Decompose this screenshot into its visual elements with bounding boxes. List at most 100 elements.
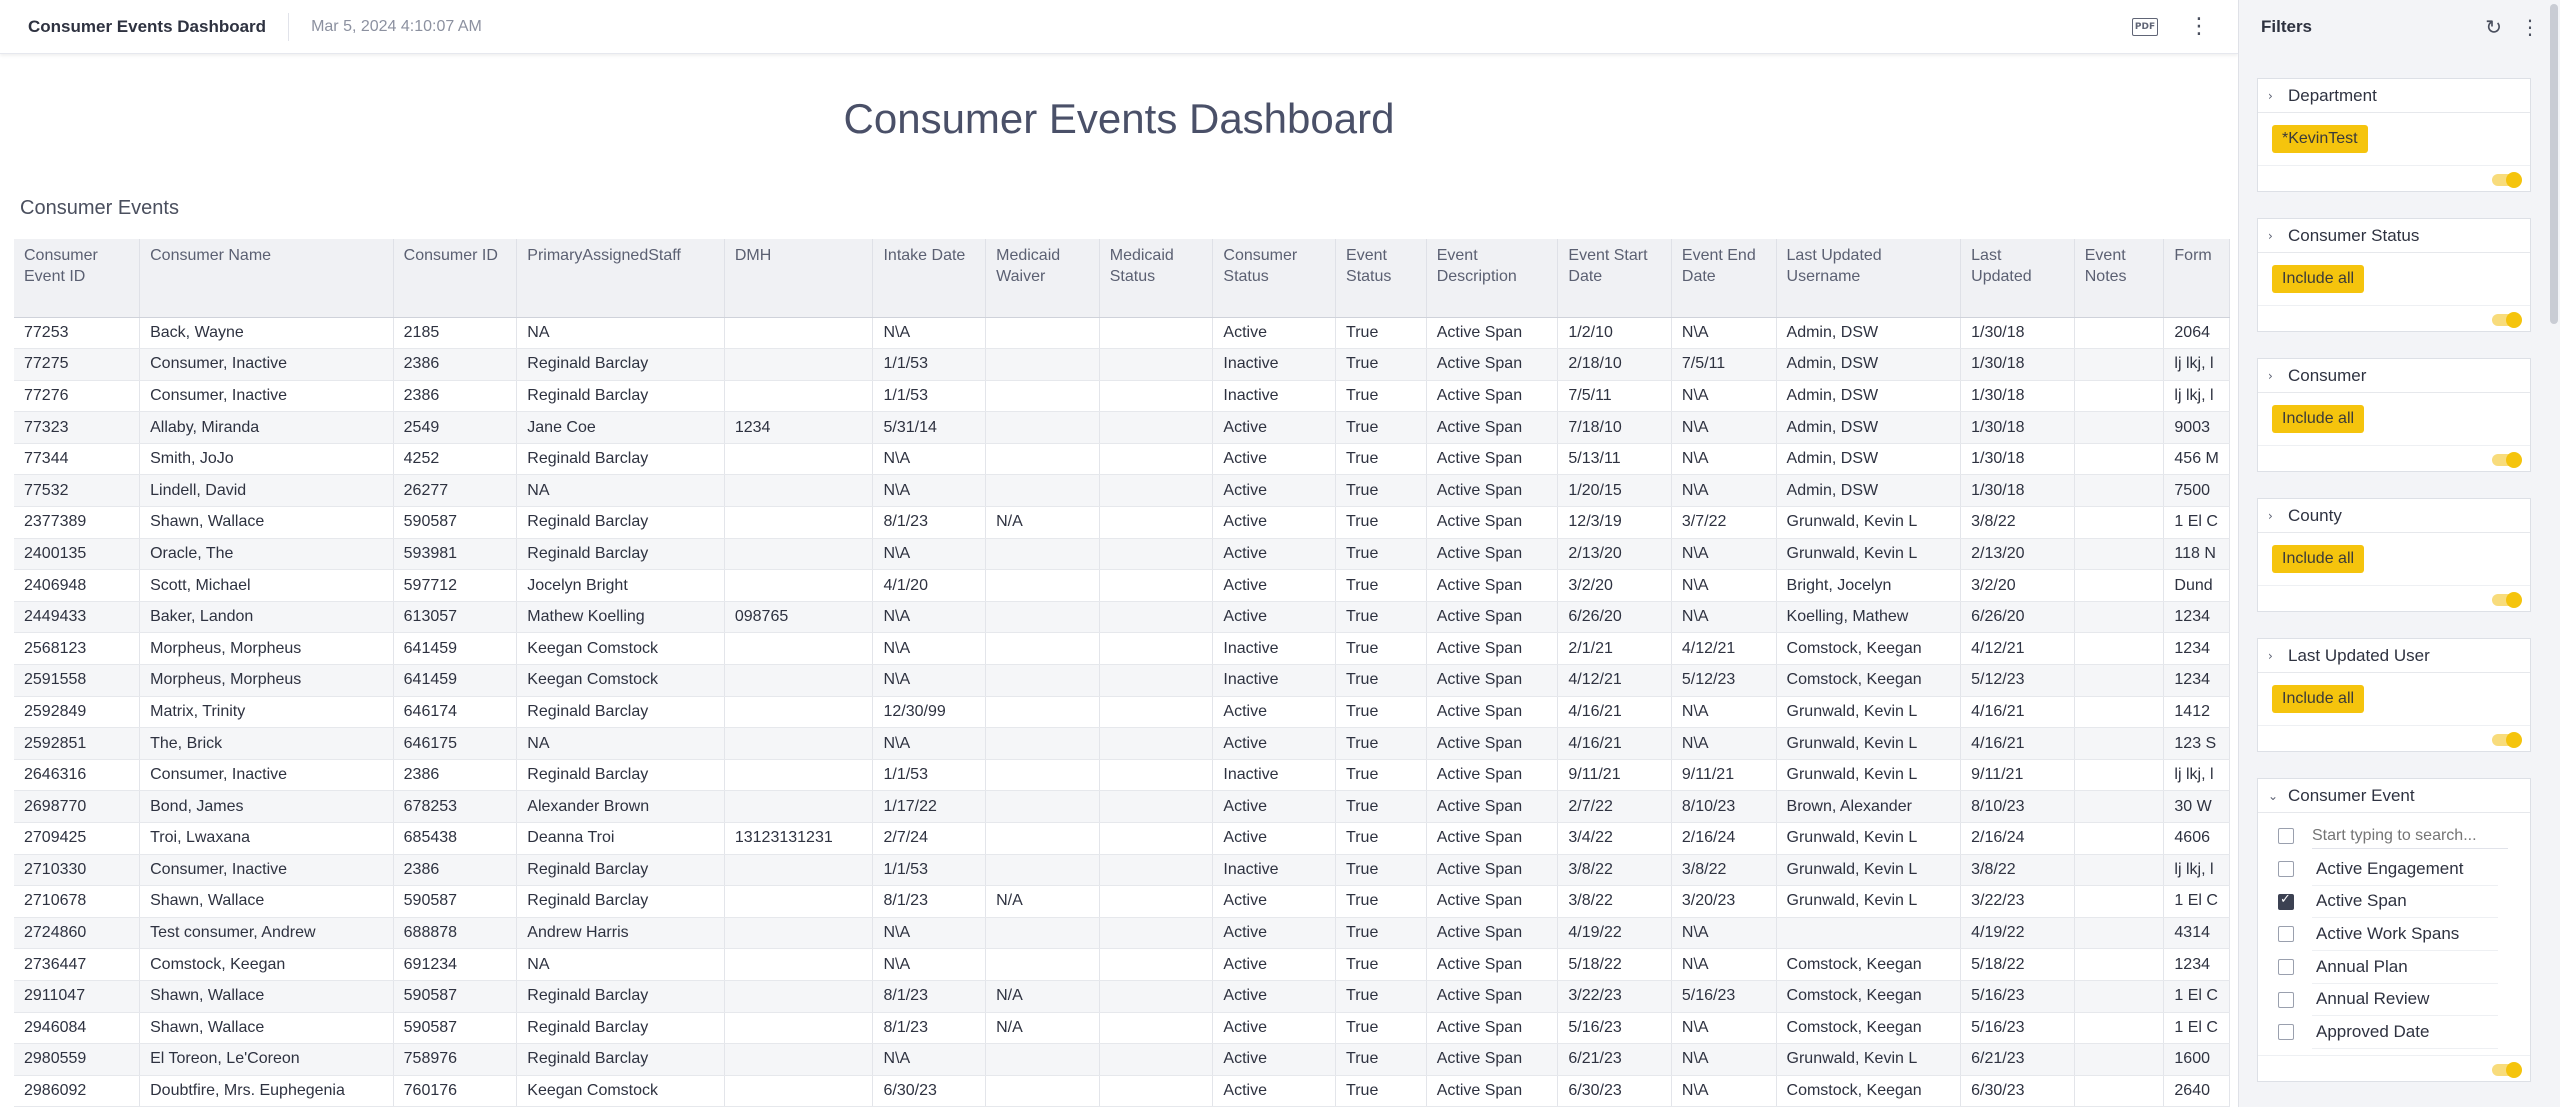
column-header[interactable]: Event Status — [1335, 239, 1427, 318]
table-cell — [2074, 822, 2165, 855]
option-checkbox[interactable] — [2278, 926, 2294, 943]
column-header[interactable]: Event Notes — [2074, 239, 2165, 318]
table-row[interactable]: 2406948 Scott, Michael 597712 Jocelyn Brigh… — [14, 569, 2230, 602]
filter-chip[interactable]: *KevinTest — [2272, 125, 2368, 153]
table-cell: N\A — [1671, 474, 1777, 508]
filter-chip[interactable]: Include all — [2272, 405, 2365, 433]
table-cell: 590587 — [393, 885, 518, 918]
dashboard-title: Consumer Events Dashboard — [843, 95, 1395, 142]
table-row[interactable]: 2591558 Morpheus, Morpheus 641459 Keegan Co… — [14, 664, 2230, 697]
more-vertical-icon[interactable]: ⋮ — [2520, 15, 2540, 39]
filter-toggle[interactable] — [2492, 452, 2522, 468]
table-cell: N\A — [872, 917, 987, 950]
table-cell: 1234 — [724, 411, 874, 444]
filter-header[interactable]: ⌄ Consumer Event — [2258, 779, 2530, 813]
table-row[interactable]: 2980559 El Toreon, Le'Coreon 758976 Reginal… — [14, 1043, 2230, 1076]
filter-toggle[interactable] — [2492, 732, 2522, 748]
option-checkbox[interactable] — [2278, 1024, 2294, 1041]
table-row[interactable]: 2709425 Troi, Lwaxana 685438 Deanna Troi 131… — [14, 822, 2230, 855]
table-cell: N\A — [1671, 917, 1777, 950]
column-header[interactable]: Medicaid Status — [1099, 239, 1214, 318]
table-row[interactable]: 2736447 Comstock, Keegan 691234 NA N\A Active… — [14, 948, 2230, 981]
table-row[interactable]: 2710330 Consumer, Inactive 2386 Reginald Ba… — [14, 854, 2230, 887]
filter-toggle[interactable] — [2492, 1061, 2522, 1078]
table-cell — [985, 632, 1100, 666]
option-checkbox[interactable] — [2278, 861, 2294, 878]
option-item[interactable]: Annual Review — [2258, 983, 2530, 1017]
table-row[interactable]: 77276 Consumer, Inactive 2386 Reginald Barc… — [14, 380, 2230, 413]
option-item[interactable]: Active Span — [2258, 886, 2530, 919]
column-header[interactable]: Consumer Event ID — [14, 239, 141, 318]
table-row[interactable]: 77344 Smith, JoJo 4252 Reginald Barclay N\A A… — [14, 443, 2230, 476]
column-header[interactable]: DMH — [724, 239, 874, 318]
table-cell: N\A — [872, 664, 987, 697]
option-item[interactable]: Active Work Spans — [2258, 918, 2530, 951]
column-header[interactable]: Consumer ID — [393, 239, 518, 318]
table-row[interactable]: 2946084 Shawn, Wallace 590587 Reginald Barc… — [14, 1012, 2230, 1045]
reset-icon[interactable]: ↻ — [2485, 15, 2502, 39]
filter-header[interactable]: › County — [2258, 499, 2530, 533]
table-cell: N/A — [985, 1012, 1100, 1045]
column-header[interactable]: Event Start Date — [1557, 239, 1672, 318]
table-row[interactable]: 2646316 Consumer, Inactive 2386 Reginald Ba… — [14, 759, 2230, 792]
events-table-container[interactable]: Consumer Event ID Consumer Name Consumer I… — [14, 239, 2230, 1107]
table-row[interactable]: 2724860 Test consumer, Andrew 688878 Andrew… — [14, 917, 2230, 950]
option-item[interactable]: Annual Plan — [2258, 951, 2530, 984]
table-row[interactable]: 77323 Allaby, Miranda 2549 Jane Coe 1234 5/31… — [14, 411, 2230, 444]
filter-header[interactable]: › Consumer Status — [2258, 219, 2530, 253]
table-cell: 590587 — [393, 506, 518, 539]
toggle-row — [2258, 1054, 2530, 1081]
column-header[interactable]: Last Updated Username — [1776, 239, 1962, 318]
table-cell — [724, 474, 874, 508]
column-header[interactable]: Consumer Status — [1212, 239, 1337, 318]
table-row[interactable]: 2568123 Morpheus, Morpheus 641459 Keegan Co… — [14, 632, 2230, 666]
filter-chip[interactable]: Include all — [2272, 265, 2365, 293]
filter-toggle[interactable] — [2492, 172, 2522, 188]
select-all-checkbox[interactable] — [2278, 828, 2294, 844]
table-row[interactable]: 77253 Back, Wayne 2185 NA N\A Active True Activ… — [14, 317, 2230, 350]
table-row[interactable]: 2592851 The, Brick 646175 NA N\A Active True Ac… — [14, 727, 2230, 760]
table-row[interactable]: 2400135 Oracle, The 593981 Reginald Barclay… — [14, 538, 2230, 571]
table-row[interactable]: 2449433 Baker, Landon 613057 Mathew Koellin… — [14, 601, 2230, 634]
filter-toggle[interactable] — [2492, 312, 2522, 328]
filter-chip[interactable]: Include all — [2272, 685, 2365, 713]
column-header[interactable]: Medicaid Waiver — [985, 239, 1100, 318]
table-row[interactable]: 2986092 Doubtfire, Mrs. Euphegenia 760176 K… — [14, 1075, 2230, 1107]
option-checkbox[interactable] — [2278, 892, 2294, 910]
column-header[interactable]: Form — [2163, 239, 2230, 318]
table-row[interactable]: 2377389 Shawn, Wallace 590587 Reginald Barc… — [14, 506, 2230, 539]
pdf-icon[interactable]: PDF — [2132, 18, 2158, 36]
option-checkbox[interactable] — [2278, 959, 2294, 976]
option-checkbox[interactable] — [2278, 991, 2294, 1008]
filter-header[interactable]: › Consumer — [2258, 359, 2530, 393]
table-row[interactable]: 77275 Consumer, Inactive 2386 Reginald Barc… — [14, 348, 2230, 381]
table-cell: Active Span — [1426, 1075, 1559, 1107]
option-item[interactable]: Approved Date — [2258, 1016, 2530, 1049]
filter-header[interactable]: › Last Updated User — [2258, 639, 2530, 673]
table-row[interactable]: 77532 Lindell, David 26277 NA N\A Active True A… — [14, 474, 2230, 508]
search-input[interactable] — [2312, 823, 2508, 849]
filters-scrollbar[interactable] — [2550, 4, 2558, 324]
column-header[interactable]: Event Description — [1426, 239, 1559, 318]
column-header[interactable]: Last Updated — [1960, 239, 2075, 318]
table-cell: 77323 — [14, 411, 141, 444]
table-cell: True — [1335, 569, 1427, 602]
option-item[interactable]: Active Engagement — [2258, 853, 2530, 886]
table-cell: 1 El C — [2163, 1012, 2230, 1045]
more-vertical-icon[interactable]: ⋮ — [2188, 16, 2210, 38]
table-cell: 2064 — [2163, 317, 2230, 350]
table-row[interactable]: 2698770 Bond, James 678253 Alexander Brown 1… — [14, 790, 2230, 823]
column-header[interactable]: Intake Date — [872, 239, 987, 318]
filter-toggle[interactable] — [2492, 592, 2522, 608]
column-header[interactable]: PrimaryAssignedStaff — [516, 239, 725, 318]
table-row[interactable]: 2592849 Matrix, Trinity 646174 Reginald Bar… — [14, 696, 2230, 729]
table-row[interactable]: 2911047 Shawn, Wallace 590587 Reginald Barc… — [14, 980, 2230, 1013]
filter-chip[interactable]: Include all — [2272, 545, 2365, 573]
table-row[interactable]: 2710678 Shawn, Wallace 590587 Reginald Barc… — [14, 885, 2230, 918]
table-cell: 2592849 — [14, 696, 141, 729]
filter-consumer-event: ⌄ Consumer Event Active EngagementActive… — [2257, 778, 2531, 1082]
table-cell: True — [1335, 411, 1427, 444]
column-header[interactable]: Consumer Name — [139, 239, 394, 318]
column-header[interactable]: Event End Date — [1671, 239, 1777, 318]
filter-header[interactable]: › Department — [2258, 79, 2530, 113]
